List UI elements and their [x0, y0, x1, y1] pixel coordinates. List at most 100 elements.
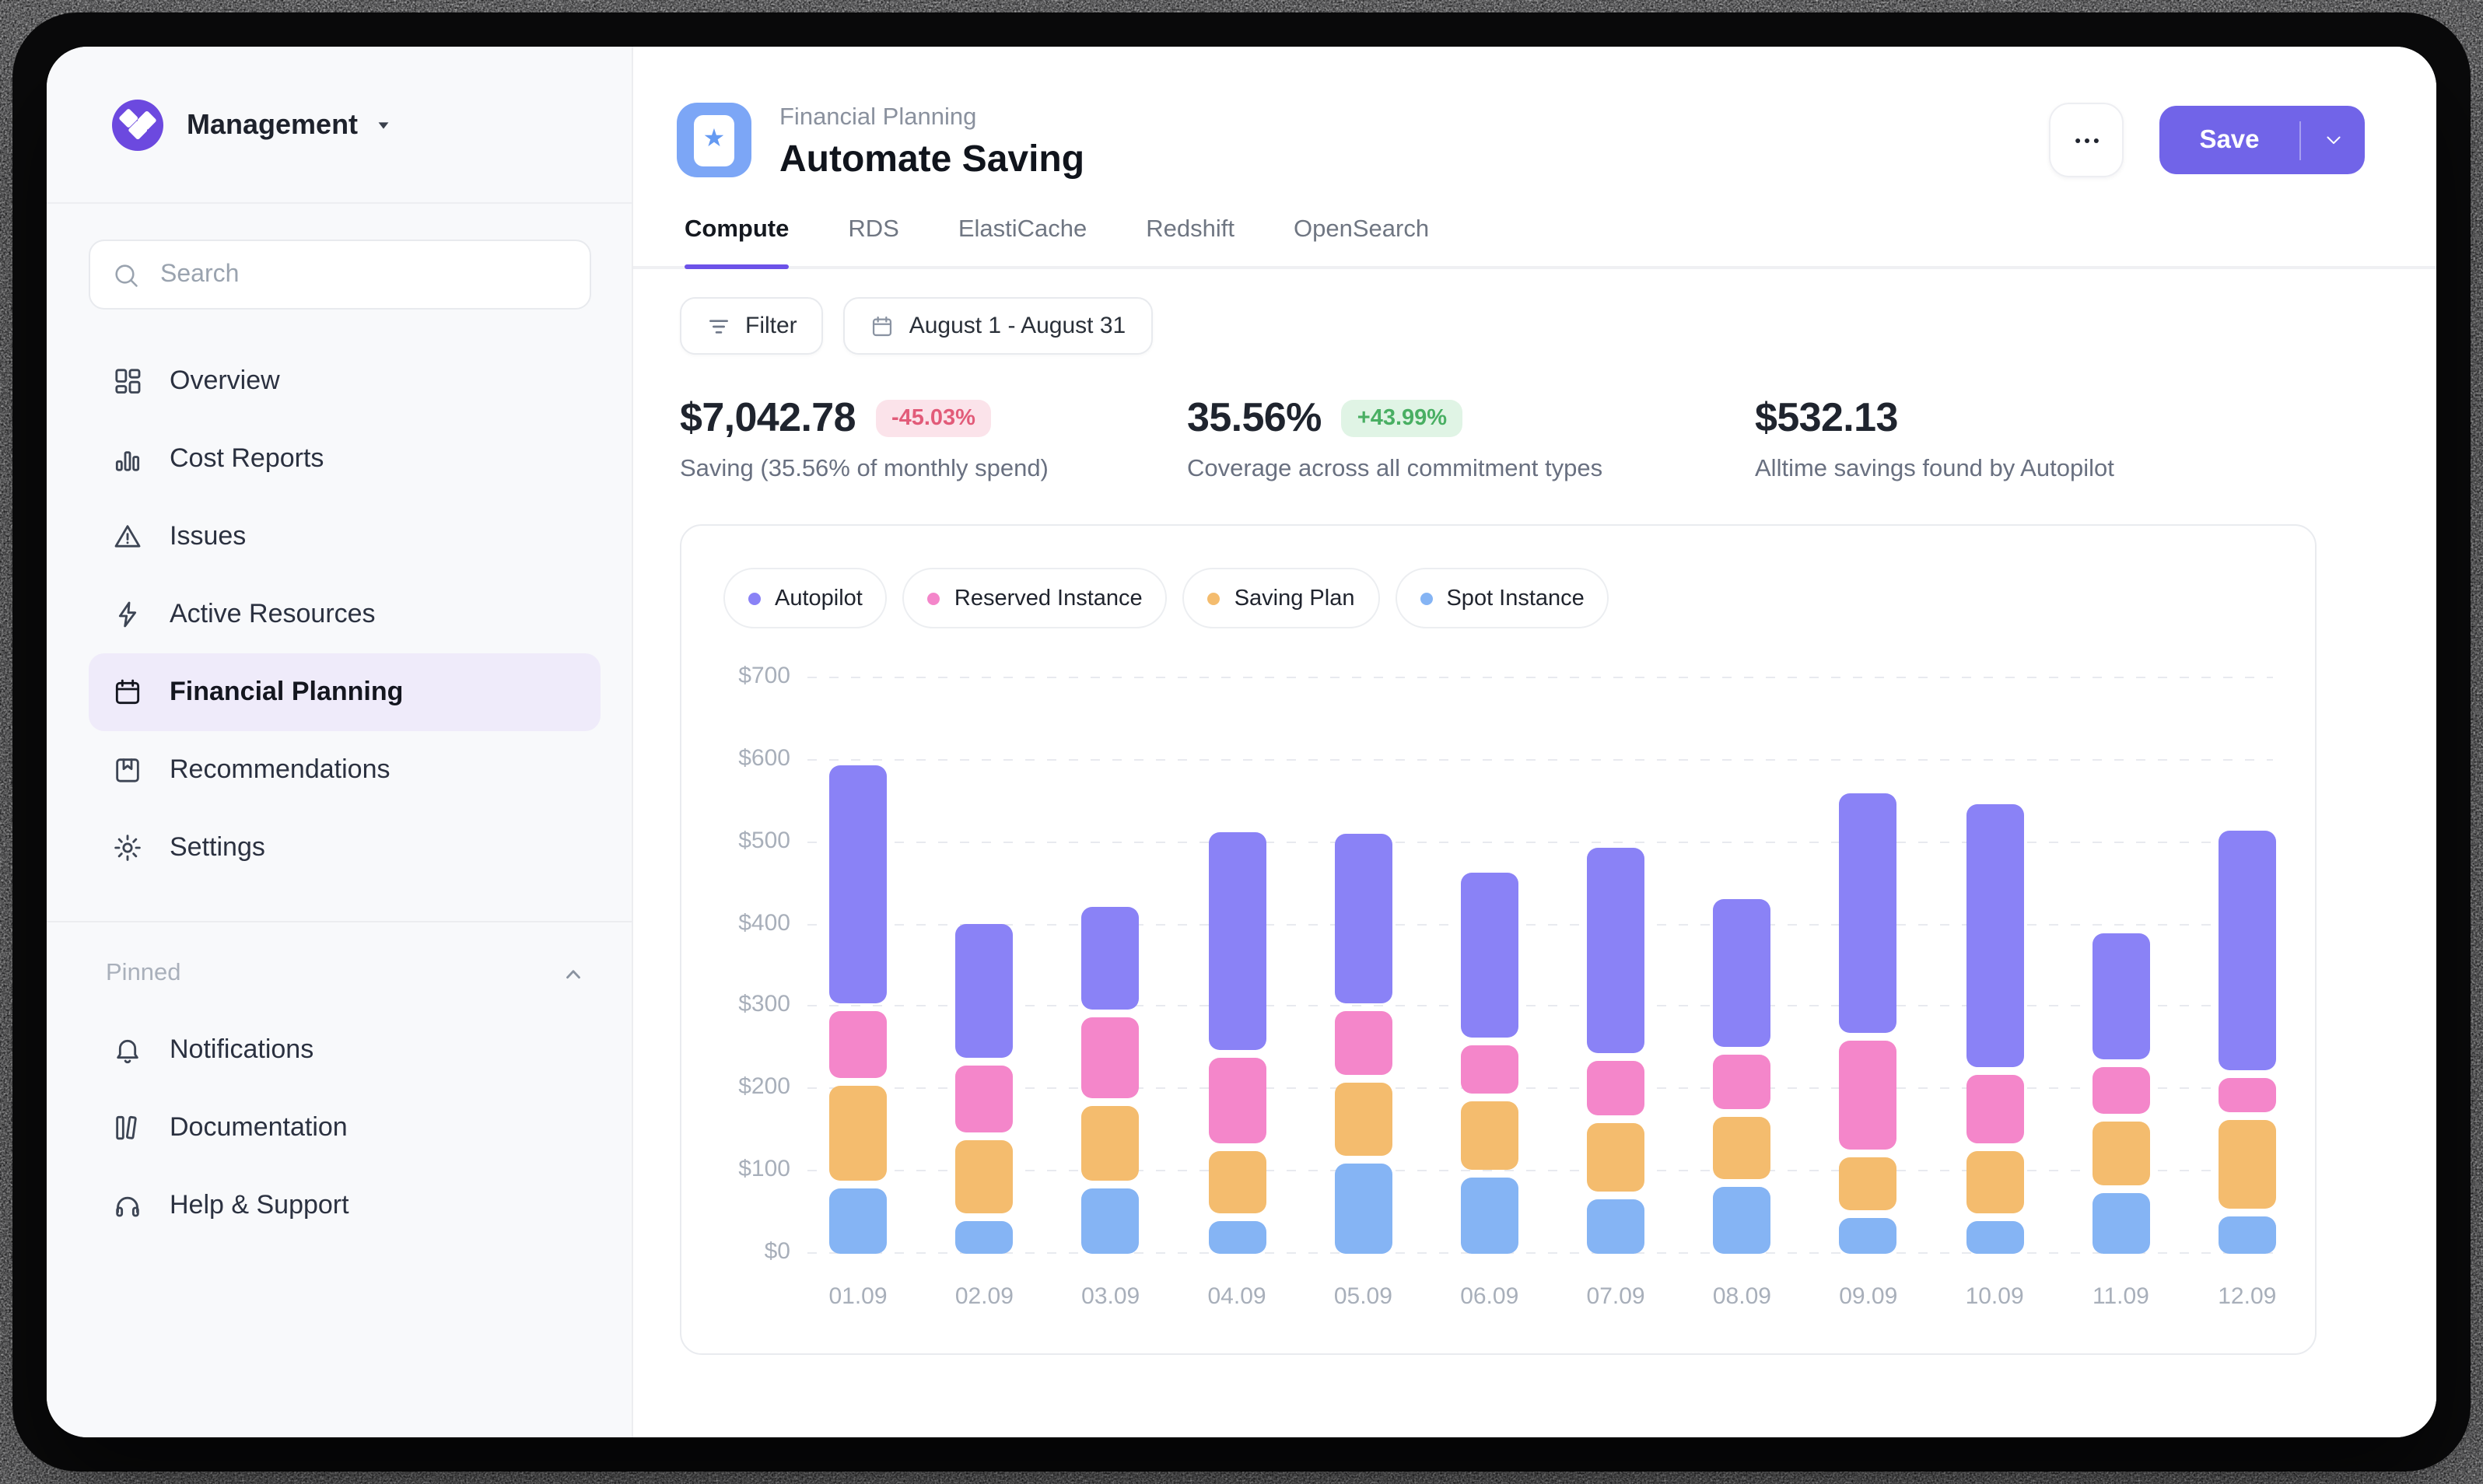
- content-area: Filter August 1 - August 31 $7,042.78-45…: [633, 269, 2436, 1355]
- more-actions-button[interactable]: [2049, 103, 2124, 177]
- bar-segment-spot-instance[interactable]: [1966, 1221, 2023, 1254]
- search-input[interactable]: [157, 259, 568, 290]
- bar-segment-autopilot[interactable]: [1334, 834, 1392, 1003]
- y-axis-tick: $500: [681, 827, 790, 855]
- tab-rds[interactable]: RDS: [848, 216, 898, 266]
- legend-item-reserved-instance[interactable]: Reserved Instance: [903, 568, 1168, 628]
- bar-segment-spot-instance[interactable]: [829, 1188, 887, 1254]
- bar-segment-spot-instance[interactable]: [1208, 1221, 1266, 1254]
- bar-segment-autopilot[interactable]: [955, 924, 1013, 1058]
- tab-compute[interactable]: Compute: [685, 216, 789, 266]
- bar-segment-autopilot[interactable]: [1713, 899, 1770, 1047]
- bar-segment-reserved-instance[interactable]: [1840, 1041, 1897, 1150]
- bar-segment-autopilot[interactable]: [1208, 832, 1266, 1050]
- bar-06.09: [1461, 677, 1518, 1254]
- bar-segment-saving-plan[interactable]: [1208, 1151, 1266, 1213]
- bar-segment-spot-instance[interactable]: [1840, 1218, 1897, 1254]
- bar-segment-spot-instance[interactable]: [1082, 1188, 1140, 1254]
- bar-segment-autopilot[interactable]: [1840, 793, 1897, 1033]
- bar-segment-reserved-instance[interactable]: [1587, 1061, 1644, 1115]
- filter-button[interactable]: Filter: [680, 297, 824, 355]
- bar-segment-saving-plan[interactable]: [1461, 1101, 1518, 1170]
- bar-05.09: [1334, 677, 1392, 1254]
- tab-redshift[interactable]: Redshift: [1146, 216, 1234, 266]
- save-button[interactable]: Save: [2159, 106, 2365, 174]
- sidebar-item-active-resources[interactable]: Active Resources: [89, 576, 601, 653]
- search-box[interactable]: [89, 240, 591, 310]
- bar-segment-reserved-instance[interactable]: [1461, 1045, 1518, 1094]
- bar-segment-autopilot[interactable]: [1082, 907, 1140, 1010]
- bar-segment-reserved-instance[interactable]: [1082, 1017, 1140, 1098]
- sidebar-item-recommendations[interactable]: Recommendations: [89, 731, 601, 809]
- bar-segment-spot-instance[interactable]: [1334, 1164, 1392, 1254]
- bar-segment-reserved-instance[interactable]: [955, 1066, 1013, 1132]
- date-range-button[interactable]: August 1 - August 31: [844, 297, 1153, 355]
- sidebar-item-help-support[interactable]: Help & Support: [89, 1167, 601, 1244]
- sidebar-item-overview[interactable]: Overview: [89, 342, 601, 420]
- bar-segment-reserved-instance[interactable]: [2092, 1067, 2149, 1114]
- bar-segment-spot-instance[interactable]: [1461, 1178, 1518, 1254]
- star-tile-icon: ★: [677, 103, 751, 177]
- legend-item-saving-plan[interactable]: Saving Plan: [1183, 568, 1380, 628]
- bar-segment-reserved-instance[interactable]: [1966, 1075, 2023, 1143]
- bar-segment-saving-plan[interactable]: [1840, 1157, 1897, 1210]
- stat-3: $532.13Alltime savings found by Autopilo…: [1755, 394, 2114, 484]
- save-dropdown-toggle[interactable]: [2301, 129, 2365, 151]
- bar-segment-saving-plan[interactable]: [2092, 1122, 2149, 1185]
- bar-segment-saving-plan[interactable]: [1713, 1117, 1770, 1179]
- bar-segment-autopilot[interactable]: [829, 765, 887, 1003]
- bar-segment-autopilot[interactable]: [2219, 831, 2276, 1070]
- app-window: Management Overview Cost Reports IssuesAct…: [47, 47, 2436, 1437]
- sidebar-item-label: Help & Support: [170, 1190, 349, 1221]
- stage: Management Overview Cost Reports IssuesAct…: [0, 0, 2483, 1484]
- sidebar-item-settings[interactable]: Settings: [89, 809, 601, 887]
- caret-down-icon[interactable]: [375, 116, 392, 133]
- workspace-switcher[interactable]: Management: [47, 47, 632, 204]
- bar-segment-saving-plan[interactable]: [955, 1140, 1013, 1213]
- bar-segment-autopilot[interactable]: [2092, 933, 2149, 1059]
- brand-logo-icon: [112, 99, 163, 150]
- tab-opensearch[interactable]: OpenSearch: [1294, 216, 1429, 266]
- bar-segment-saving-plan[interactable]: [2219, 1120, 2276, 1209]
- sidebar-item-issues[interactable]: Issues: [89, 498, 601, 576]
- main-panel: ★ Financial Planning Automate Saving Sav…: [633, 47, 2436, 1437]
- bar-segment-reserved-instance[interactable]: [2219, 1078, 2276, 1112]
- bar-segment-spot-instance[interactable]: [2219, 1216, 2276, 1254]
- bar-segment-autopilot[interactable]: [1461, 873, 1518, 1038]
- x-axis-labels: 01.0902.0903.0904.0905.0906.0907.0908.09…: [829, 1283, 2276, 1310]
- sidebar-item-cost-reports[interactable]: Cost Reports: [89, 420, 601, 498]
- bar-segment-saving-plan[interactable]: [1587, 1123, 1644, 1192]
- bar-segment-saving-plan[interactable]: [829, 1086, 887, 1181]
- bar-segment-autopilot[interactable]: [1966, 804, 2023, 1067]
- legend-dot: [748, 592, 761, 604]
- bar-segment-spot-instance[interactable]: [1713, 1187, 1770, 1254]
- pinned-section-header[interactable]: Pinned: [106, 960, 585, 988]
- lightning-icon: [112, 599, 143, 630]
- legend-item-autopilot[interactable]: Autopilot: [723, 568, 888, 628]
- sidebar-item-notifications[interactable]: Notifications: [89, 1011, 601, 1089]
- bar-segment-saving-plan[interactable]: [1966, 1151, 2023, 1213]
- bar-segment-reserved-instance[interactable]: [1208, 1058, 1266, 1143]
- bar-segment-reserved-instance[interactable]: [1713, 1055, 1770, 1109]
- tab-elasticache[interactable]: ElastiCache: [958, 216, 1087, 266]
- legend-dot: [928, 592, 940, 604]
- bar-segment-autopilot[interactable]: [1587, 848, 1644, 1053]
- sidebar-item-financial-planning[interactable]: Financial Planning: [89, 653, 601, 731]
- sidebar-divider: [47, 921, 632, 922]
- sidebar-item-label: Cost Reports: [170, 443, 324, 474]
- bar-segment-saving-plan[interactable]: [1334, 1083, 1392, 1156]
- bar-segment-spot-instance[interactable]: [1587, 1199, 1644, 1254]
- bar-segment-spot-instance[interactable]: [2092, 1193, 2149, 1254]
- bar-segment-reserved-instance[interactable]: [1334, 1011, 1392, 1075]
- legend-item-spot-instance[interactable]: Spot Instance: [1395, 568, 1609, 628]
- bar-segment-saving-plan[interactable]: [1082, 1106, 1140, 1181]
- filter-icon: [706, 313, 731, 338]
- chevron-up-icon[interactable]: [562, 962, 585, 985]
- bar-segment-spot-instance[interactable]: [955, 1221, 1013, 1254]
- bar-segment-reserved-instance[interactable]: [829, 1011, 887, 1078]
- sidebar-item-documentation[interactable]: Documentation: [89, 1089, 601, 1167]
- sidebar-item-label: Financial Planning: [170, 677, 403, 708]
- stat-value-row: 35.56%+43.99%: [1187, 394, 1755, 442]
- legend-dot: [1420, 592, 1432, 604]
- stat-delta-badge: +43.99%: [1342, 399, 1462, 436]
